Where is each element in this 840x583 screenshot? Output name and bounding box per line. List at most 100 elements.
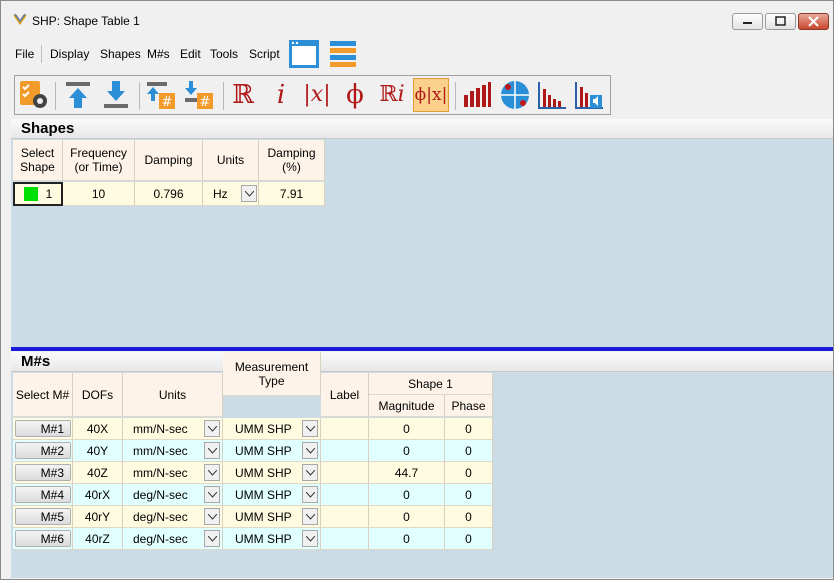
label-cell[interactable] [321, 418, 369, 440]
sound-tool[interactable] [572, 78, 606, 112]
label-cell[interactable] [321, 462, 369, 484]
menu-script[interactable]: Script [249, 47, 280, 61]
dof-cell[interactable]: 40Z [73, 462, 123, 484]
col-damping: Damping [135, 140, 203, 181]
magnitude-tool[interactable]: |x| [300, 78, 334, 112]
mnums-header: M#s [11, 352, 833, 372]
magnitude-cell[interactable]: 0 [369, 418, 445, 440]
magnitude-cell[interactable]: 0 [369, 484, 445, 506]
table-row-select[interactable]: M#2 [13, 440, 73, 462]
chevron-down-icon [207, 469, 217, 476]
spectrum-tool[interactable] [535, 78, 569, 112]
table-row-select[interactable]: M#3 [13, 462, 73, 484]
dof-cell[interactable]: 40X [73, 418, 123, 440]
measurement-dropdown[interactable] [302, 464, 318, 481]
m-select-button[interactable]: M#3 [15, 464, 71, 481]
phase-cell[interactable]: 0 [445, 506, 493, 528]
bar-chart-tool[interactable] [460, 78, 494, 112]
menu-tools[interactable]: Tools [210, 47, 238, 61]
table-row-select[interactable]: M#4 [13, 484, 73, 506]
menu-display[interactable]: Display [50, 47, 89, 61]
minimize-button[interactable] [732, 13, 763, 30]
table-row-select[interactable]: M#1 [13, 418, 73, 440]
chevron-down-icon [305, 425, 315, 432]
table-row-select[interactable]: M#6 [13, 528, 73, 550]
frequency-cell[interactable]: 10 [63, 182, 135, 206]
list-layout-icon[interactable] [327, 38, 359, 70]
window-title: SHP: Shape Table 1 [32, 14, 140, 28]
measurement-dropdown[interactable] [302, 442, 318, 459]
damping-cell[interactable]: 0.796 [135, 182, 203, 206]
col-units-m: Units [123, 373, 223, 417]
phase-magnitude-icon: ϕ|x| [414, 84, 448, 105]
units-dropdown[interactable] [204, 508, 220, 525]
phase-cell[interactable]: 0 [445, 484, 493, 506]
circle-plot-tool[interactable] [498, 78, 532, 112]
phase-magnitude-tool[interactable]: ϕ|x| [413, 78, 449, 112]
menu-shapes[interactable]: Shapes [100, 47, 141, 61]
units-dropdown[interactable] [204, 464, 220, 481]
dof-cell[interactable]: 40rZ [73, 528, 123, 550]
measurement-dropdown[interactable] [302, 486, 318, 503]
chevron-down-icon [305, 491, 315, 498]
magnitude-cell[interactable]: 0 [369, 528, 445, 550]
spectrum-icon [538, 82, 566, 109]
restore-button[interactable] [765, 13, 796, 30]
measurement-type-value: UMM SHP [235, 487, 292, 502]
m-select-button[interactable]: M#1 [15, 420, 71, 437]
magnitude-cell[interactable]: 0 [369, 506, 445, 528]
col-units: Units [203, 140, 259, 181]
dof-cell[interactable]: 40rY [73, 506, 123, 528]
settings-tool[interactable] [17, 78, 51, 112]
measurement-dropdown[interactable] [302, 420, 318, 437]
label-cell[interactable] [321, 484, 369, 506]
move-up-tool[interactable] [61, 78, 95, 112]
menu-file[interactable]: File [15, 47, 34, 61]
phase-cell[interactable]: 0 [445, 462, 493, 484]
table-row-select[interactable]: M#5 [13, 506, 73, 528]
imag-part-tool[interactable]: 𝑖 [264, 78, 298, 112]
units-dropdown[interactable] [241, 185, 257, 202]
magnitude-cell[interactable]: 0 [369, 440, 445, 462]
label-cell[interactable] [321, 506, 369, 528]
title-bar: SHP: Shape Table 1 [1, 1, 833, 37]
splitter[interactable] [11, 347, 833, 351]
window-layout-icon[interactable] [288, 38, 320, 70]
menu-edit[interactable]: Edit [180, 47, 201, 61]
menu-mnums[interactable]: M#s [147, 47, 170, 61]
number-up-tool[interactable]: # [144, 78, 178, 112]
dof-cell[interactable]: 40rX [73, 484, 123, 506]
real-part-tool[interactable]: ℝ [226, 78, 260, 112]
units-value: deg/N-sec [133, 509, 188, 524]
number-down-tool[interactable]: # [182, 78, 216, 112]
m-select-button[interactable]: M#2 [15, 442, 71, 459]
svg-text:#: # [162, 95, 173, 110]
select-shape-cell[interactable]: 1 [13, 182, 63, 206]
units-dropdown[interactable] [204, 530, 220, 547]
circle-plot-icon [501, 81, 529, 109]
phase-cell[interactable]: 0 [445, 440, 493, 462]
m-select-button[interactable]: M#6 [15, 530, 71, 547]
close-button[interactable] [798, 13, 829, 30]
magnitude-cell[interactable]: 44.7 [369, 462, 445, 484]
damping-pct-cell[interactable]: 7.91 [259, 182, 325, 206]
label-cell[interactable] [321, 440, 369, 462]
phase-tool[interactable]: ϕ [338, 78, 372, 112]
move-down-tool[interactable] [99, 78, 133, 112]
complex-tool[interactable]: ℝ𝑖 [375, 78, 409, 112]
units-dropdown[interactable] [204, 442, 220, 459]
checklist-gear-icon [20, 81, 47, 108]
m-select-button[interactable]: M#5 [15, 508, 71, 525]
units-dropdown[interactable] [204, 486, 220, 503]
m-select-button[interactable]: M#4 [15, 486, 71, 503]
measurement-dropdown[interactable] [302, 508, 318, 525]
col-magnitude: Magnitude [369, 395, 445, 417]
label-cell[interactable] [321, 528, 369, 550]
measurement-dropdown[interactable] [302, 530, 318, 547]
phase-cell[interactable]: 0 [445, 418, 493, 440]
phase-cell[interactable]: 0 [445, 528, 493, 550]
units-dropdown[interactable] [204, 420, 220, 437]
dof-cell[interactable]: 40Y [73, 440, 123, 462]
col-shape-1: Shape 1 [369, 373, 493, 395]
shapes-header: Shapes [11, 119, 833, 139]
